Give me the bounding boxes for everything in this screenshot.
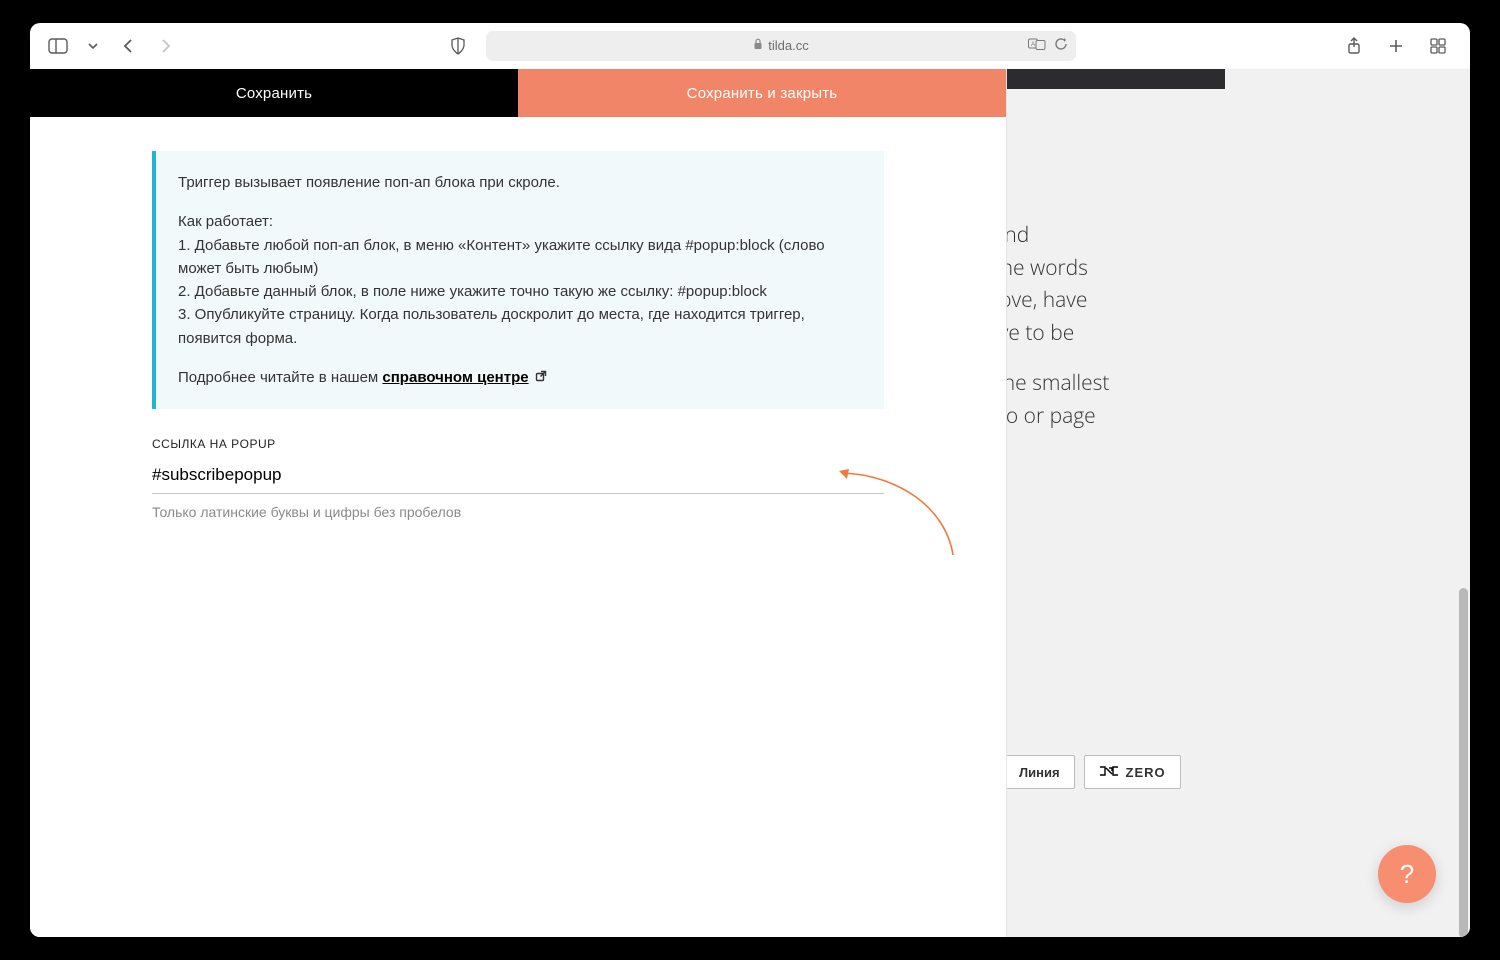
chevron-down-icon[interactable] [82,32,104,60]
shield-icon[interactable] [444,32,472,60]
address-host: tilda.cc [768,38,808,53]
back-button[interactable] [114,32,142,60]
browser-toolbar: tilda.cc A [30,23,1470,69]
sidebar-toggle-icon[interactable] [44,32,72,60]
translate-icon[interactable]: A [1028,37,1046,54]
new-tab-icon[interactable] [1382,32,1410,60]
question-icon: ? [1400,859,1414,890]
reload-icon[interactable] [1054,37,1068,54]
info-intro: Триггер вызывает появление поп-ап блока … [178,171,858,194]
help-button[interactable]: ? [1378,845,1436,903]
block-btn-line[interactable]: Линия [1004,755,1075,789]
save-and-close-button[interactable]: Сохранить и закрыть [518,69,1006,117]
save-button[interactable]: Сохранить [30,69,518,117]
forward-button[interactable] [152,32,180,60]
share-icon[interactable] [1340,32,1368,60]
popup-link-hint: Только латинские буквы и цифры без пробе… [152,504,884,520]
page-content: gn, and . In the words mprove, have s ha… [30,69,1470,937]
address-bar[interactable]: tilda.cc A [486,31,1076,61]
address-bar-area: tilda.cc A [190,31,1330,61]
help-center-link[interactable]: справочном центре [382,369,528,386]
popup-link-label: ССЫЛКА НА POPUP [152,437,884,451]
panel-header: Сохранить Сохранить и закрыть [30,69,1006,117]
block-btn-zero[interactable]: ZERO [1084,755,1181,789]
external-link-icon [535,366,547,389]
info-box: Триггер вызывает появление поп-ап блока … [152,151,884,409]
popup-link-input[interactable] [152,457,884,494]
info-step-1: 1. Добавьте любой поп-ап блок, в меню «К… [178,234,858,281]
info-step-3: 3. Опубликуйте страницу. Когда пользоват… [178,303,858,350]
info-how-title: Как работает: [178,210,858,233]
zero-icon [1099,764,1119,781]
browser-window: tilda.cc A [30,23,1470,937]
settings-panel: Сохранить Сохранить и закрыть Триггер вы… [30,69,1007,937]
svg-text:A: A [1031,42,1035,48]
lock-icon [753,38,763,53]
info-more: Подробнее читайте в нашем справочном цен… [178,366,858,389]
info-step-2: 2. Добавьте данный блок, в поле ниже ука… [178,280,858,303]
scrollbar-thumb[interactable] [1459,588,1468,937]
tabs-overview-icon[interactable] [1424,32,1452,60]
